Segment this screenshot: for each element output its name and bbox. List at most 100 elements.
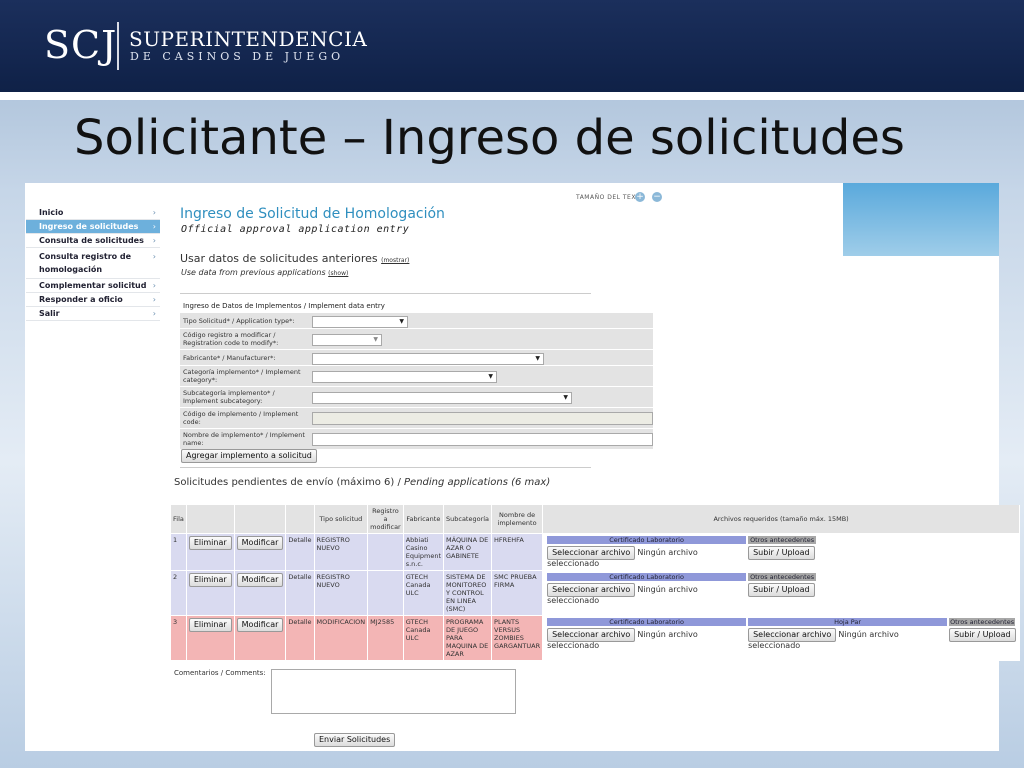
cell-subcategoria: SISTEMA DE MONITOREO Y CONTROL EN LINEA … bbox=[443, 570, 493, 616]
cell-subcategoria: MÁQUINA DE AZAR O GABINETE bbox=[443, 533, 493, 571]
table-row: 1 Eliminar Modificar Detalle REGISTRO NU… bbox=[171, 533, 1021, 571]
page-title: Ingreso de Solicitud de Homologación bbox=[180, 206, 445, 222]
pending-title-es: Solicitudes pendientes de envío (máximo … bbox=[174, 477, 401, 488]
form-row-nombre: Nombre de implemento* / Implement name: bbox=[180, 429, 653, 450]
form-row-fabricante: Fabricante* / Manufacturer*: ▼ bbox=[180, 350, 653, 366]
files-cell: Certificado Laboratorio Seleccionar arch… bbox=[542, 533, 1021, 571]
field-label: Código registro a modificar / Registrati… bbox=[183, 331, 279, 347]
dropdown-arrow-icon: ▼ bbox=[373, 336, 378, 343]
col-subcategoria: Subcategoría bbox=[443, 505, 493, 534]
file-block-cert: Certificado Laboratorio Seleccionar arch… bbox=[547, 618, 747, 650]
pending-title: Solicitudes pendientes de envío (máximo … bbox=[174, 476, 550, 489]
field-label: Tipo Solicitud* / Application type*: bbox=[183, 316, 295, 325]
add-implement-button[interactable]: Agregar implemento a solicitud bbox=[181, 449, 317, 463]
application-type-select[interactable]: ▼ bbox=[312, 315, 408, 328]
col-detail bbox=[285, 505, 315, 534]
upload-button[interactable]: Subir / Upload bbox=[949, 628, 1016, 642]
chevron-right-icon: › bbox=[152, 295, 156, 304]
header-divider bbox=[0, 92, 1024, 100]
delete-button[interactable]: Eliminar bbox=[188, 618, 232, 632]
text-size-increase-button[interactable]: + bbox=[635, 192, 645, 202]
row-number: 1 bbox=[171, 533, 187, 571]
file-group: Certificado Laboratorio Seleccionar arch… bbox=[543, 534, 1019, 570]
sidebar-item-ingreso[interactable]: Ingreso de solicitudes › bbox=[26, 220, 160, 234]
upload-button[interactable]: Subir / Upload bbox=[748, 583, 815, 597]
blue-accent-block bbox=[843, 183, 999, 256]
col-fabricante: Fabricante bbox=[403, 505, 445, 534]
chevron-right-icon: › bbox=[152, 252, 156, 261]
dropdown-arrow-icon: ▼ bbox=[488, 373, 493, 380]
send-applications-button[interactable]: Enviar Solicitudes bbox=[314, 733, 396, 747]
files-cell: Certificado Laboratorio Seleccionar arch… bbox=[542, 570, 1021, 616]
cell-tipo: REGISTRO NUEVO bbox=[314, 533, 369, 571]
implement-name-input[interactable] bbox=[312, 432, 653, 446]
modify-button[interactable]: Modificar bbox=[236, 536, 284, 550]
show-previous-en-link[interactable]: (show) bbox=[328, 270, 348, 277]
modify-button[interactable]: Modificar bbox=[236, 618, 284, 632]
comments-label: Comentarios / Comments: bbox=[174, 669, 266, 677]
otros-header: Otros antecedentes bbox=[748, 536, 817, 544]
sidebar-item-registro[interactable]: Consulta registro de homologación › bbox=[26, 248, 160, 279]
table-header-row: Fila Tipo solicitud Registro a modificar… bbox=[171, 505, 1021, 534]
sidebar-item-label: Salir bbox=[39, 309, 60, 318]
registration-code-select[interactable]: ▼ bbox=[312, 334, 382, 346]
select-file-button[interactable]: Seleccionar archivo bbox=[547, 583, 636, 597]
col-tipo: Tipo solicitud bbox=[314, 505, 369, 534]
select-file-button[interactable]: Seleccionar archivo bbox=[748, 628, 837, 642]
cell-registro bbox=[367, 570, 404, 616]
cell-registro bbox=[367, 533, 404, 571]
chevron-right-icon: › bbox=[152, 208, 156, 217]
use-previous-en-text: Use data from previous applications bbox=[181, 268, 326, 277]
file-block-cert: Certificado Laboratorio Seleccionar arch… bbox=[547, 573, 747, 605]
delete-button[interactable]: Eliminar bbox=[188, 573, 232, 587]
sidebar-item-label: Ingreso de solicitudes bbox=[39, 222, 139, 231]
sidebar-item-inicio[interactable]: Inicio › bbox=[26, 206, 160, 220]
section-divider bbox=[180, 293, 591, 294]
manufacturer-select[interactable]: ▼ bbox=[312, 352, 544, 365]
sidebar-item-salir[interactable]: Salir › bbox=[26, 307, 160, 321]
chevron-right-icon: › bbox=[152, 309, 156, 318]
file-group: Certificado Laboratorio Seleccionar arch… bbox=[543, 616, 1019, 652]
comments-textarea[interactable] bbox=[271, 669, 516, 714]
cell-subcategoria: PROGRAMA DE JUEGO PARA MAQUINA DE AZAR bbox=[443, 615, 493, 661]
logo-line1: SUPERINTENDENCIA bbox=[129, 27, 368, 51]
files-cell: Certificado Laboratorio Seleccionar arch… bbox=[542, 615, 1021, 661]
detail-link[interactable]: Detalle bbox=[285, 570, 315, 616]
cell-nombre: HFREHFA bbox=[491, 533, 544, 571]
sidebar-item-label: Consulta registro de homologación bbox=[39, 252, 132, 274]
hoja-par-header: Hoja Par bbox=[748, 618, 948, 626]
dropdown-arrow-icon: ▼ bbox=[563, 394, 568, 401]
file-block-hoja-par: Hoja Par Seleccionar archivo Ningún arch… bbox=[748, 618, 948, 650]
implement-category-select[interactable]: ▼ bbox=[312, 371, 497, 383]
cell-tipo: REGISTRO NUEVO bbox=[314, 570, 369, 616]
col-archivos: Archivos requeridos (tamaño máx. 15MB) bbox=[542, 505, 1021, 534]
sidebar-item-label: Inicio bbox=[39, 208, 64, 217]
file-block-otros: Otros antecedentes Subir / Upload bbox=[949, 618, 1016, 650]
implement-subcategory-select[interactable]: ▼ bbox=[312, 392, 572, 404]
delete-button[interactable]: Eliminar bbox=[188, 536, 232, 550]
show-previous-link[interactable]: (mostrar) bbox=[381, 257, 409, 264]
select-file-button[interactable]: Seleccionar archivo bbox=[547, 546, 636, 560]
pending-applications-table: Fila Tipo solicitud Registro a modificar… bbox=[171, 505, 1021, 661]
col-registro: Registro a modificar bbox=[367, 505, 404, 534]
text-size-decrease-button[interactable]: − bbox=[652, 192, 662, 202]
sidebar-item-complementar[interactable]: Complementar solicitud › bbox=[26, 279, 160, 293]
sidebar-item-responder[interactable]: Responder a oficio › bbox=[26, 293, 160, 307]
chevron-right-icon: › bbox=[152, 222, 156, 231]
upload-button[interactable]: Subir / Upload bbox=[748, 546, 815, 560]
sidebar-item-consulta[interactable]: Consulta de solicitudes › bbox=[26, 234, 160, 248]
form-row-codigo-implemento: Código de implemento / Implement code: bbox=[180, 408, 653, 429]
modify-button[interactable]: Modificar bbox=[236, 573, 284, 587]
slide-title: Solicitante – Ingreso de solicitudes bbox=[74, 110, 905, 166]
col-modify bbox=[234, 505, 287, 534]
detail-link[interactable]: Detalle bbox=[285, 615, 315, 661]
table-row: 3 Eliminar Modificar Detalle MODIFICACIO… bbox=[171, 615, 1021, 661]
field-label: Código de implemento / Implement code: bbox=[183, 410, 299, 426]
field-label: Categoría implemento* / Implement catego… bbox=[183, 368, 301, 384]
use-previous-en: Use data from previous applications (sho… bbox=[181, 268, 348, 277]
implement-code-input bbox=[312, 411, 653, 425]
detail-link[interactable]: Detalle bbox=[285, 533, 315, 571]
otros-header: Otros antecedentes bbox=[748, 573, 817, 581]
implement-form: Ingreso de Datos de Implementos / Implem… bbox=[180, 301, 653, 450]
select-file-button[interactable]: Seleccionar archivo bbox=[547, 628, 636, 642]
